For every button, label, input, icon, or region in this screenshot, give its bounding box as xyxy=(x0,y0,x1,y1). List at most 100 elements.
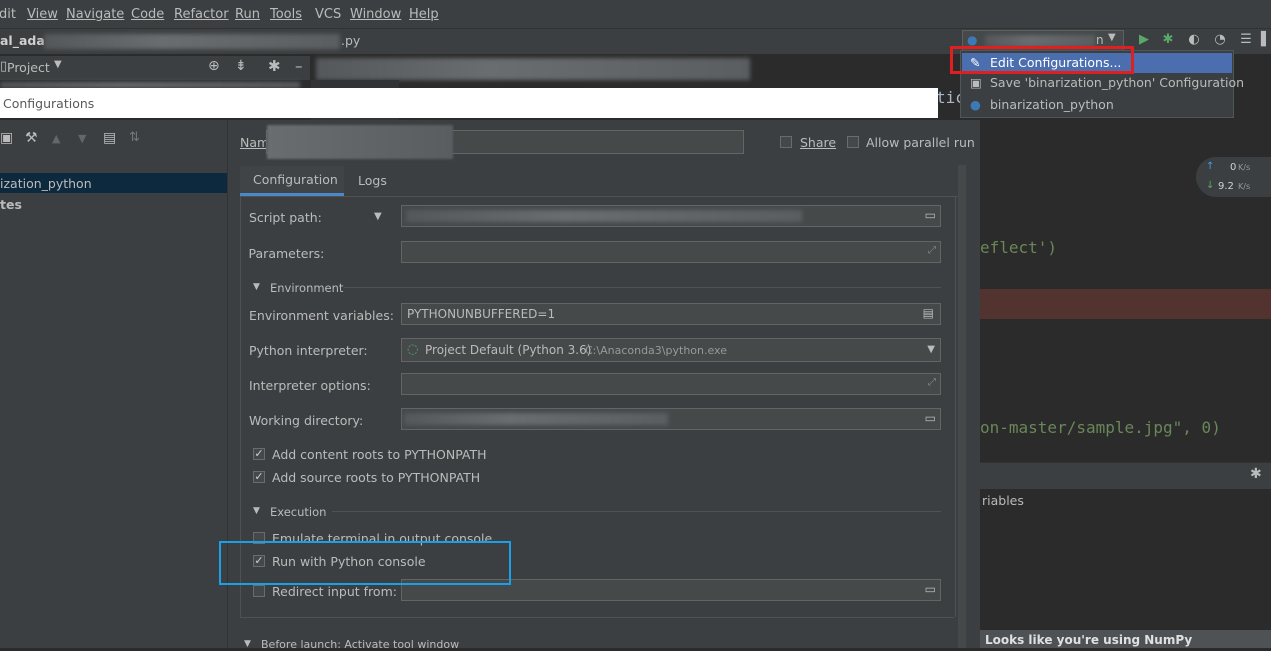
breadcrumb-file[interactable]: .py xyxy=(341,33,360,48)
collapse-icon[interactable]: ⇟ xyxy=(235,58,247,74)
content-roots-checkbox[interactable]: ✓ xyxy=(253,448,265,460)
save-icon[interactable]: ▣ xyxy=(0,130,13,146)
python-icon: ● xyxy=(970,97,981,112)
section-divider xyxy=(332,511,941,512)
source-roots-checkbox[interactable]: ✓ xyxy=(253,471,265,483)
script-path-label: Script path: xyxy=(249,210,322,225)
menu-help[interactable]: Help xyxy=(409,7,439,22)
numpy-notification[interactable]: Looks like you're using NumPy xyxy=(980,630,1271,648)
redacted-editor-tabs xyxy=(316,58,750,80)
env-vars-label: Environment variables: xyxy=(249,308,394,323)
move-up-icon[interactable]: ▲ xyxy=(52,132,60,145)
tree-item-binarization[interactable]: ization_python xyxy=(0,173,227,193)
project-toolwindow-header: ▯ Project ▼ ⊕ ⇟ ✱ – xyxy=(0,56,310,80)
menu-navigate[interactable]: Navigate xyxy=(66,7,124,22)
expand-icon[interactable]: ⤢ xyxy=(928,377,936,388)
binarization-config-item[interactable]: ● binarization_python xyxy=(962,95,1232,115)
env-vars-field[interactable]: PYTHONUNBUFFERED=1 ▤ xyxy=(401,303,941,325)
content-bottom-border xyxy=(240,617,954,618)
gear-icon[interactable]: ✱ xyxy=(268,57,281,75)
parameters-field[interactable]: ⤢ xyxy=(401,241,941,263)
chevron-down-icon[interactable]: ▼ xyxy=(374,211,382,222)
concurrency-icon[interactable]: ☰ xyxy=(1238,32,1254,48)
chevron-down-icon[interactable]: ▼ xyxy=(54,59,62,70)
project-view-label[interactable]: Project xyxy=(7,60,50,75)
run-icon[interactable]: ▶ xyxy=(1136,32,1152,48)
scrollbar[interactable] xyxy=(958,165,966,648)
redirect-input-checkbox[interactable] xyxy=(253,585,265,597)
breakpoint-line xyxy=(980,289,1271,319)
hide-icon[interactable]: – xyxy=(295,57,303,75)
save-icon: ▣ xyxy=(970,75,982,90)
execution-section-label: Execution xyxy=(270,505,327,519)
upload-icon: ↑ xyxy=(1206,161,1215,172)
stop-icon[interactable]: ▌ xyxy=(1258,32,1271,48)
menu-bar: dit View Navigate Code Refactor Run Tool… xyxy=(0,0,1271,29)
chevron-down-icon: ▼ xyxy=(1108,32,1116,43)
menu-vcs[interactable]: VCS xyxy=(315,7,341,22)
script-path-field[interactable]: ▭ xyxy=(401,205,941,227)
allow-parallel-checkbox[interactable] xyxy=(847,136,859,148)
interpreter-select[interactable]: ◌ Project Default (Python 3.6) C:\Anacon… xyxy=(401,338,941,362)
debug-icon[interactable]: ✱ xyxy=(1160,32,1176,48)
code-fragment: eflect') xyxy=(980,238,1058,257)
dialog-title-bar: Configurations xyxy=(0,88,938,118)
folder-add-icon[interactable]: ▤ xyxy=(103,130,116,146)
interpreter-options-field[interactable]: ⤢ xyxy=(401,373,941,395)
interpreter-label: Python interpreter: xyxy=(249,343,368,358)
tab-configuration[interactable]: Configuration xyxy=(240,166,344,196)
wrench-icon[interactable]: ⚒ xyxy=(25,130,38,146)
folder-icon[interactable]: ▭ xyxy=(925,582,936,596)
debug-panel-header: ✱ xyxy=(980,462,1271,489)
source-roots-label: Add source roots to PYTHONPATH xyxy=(272,470,481,485)
menu-run[interactable]: Run xyxy=(235,7,260,22)
expand-icon[interactable]: ⤢ xyxy=(928,245,936,256)
menu-edit[interactable]: dit xyxy=(0,7,16,22)
menu-code[interactable]: Code xyxy=(131,7,164,22)
menu-tools[interactable]: Tools xyxy=(270,7,302,22)
variables-label: riables xyxy=(982,493,1024,508)
download-icon: ↓ xyxy=(1206,180,1215,191)
network-speed-widget: ↑ 0 K/s ↓ 9.2 K/s xyxy=(1196,157,1271,197)
highlight-edit-configurations xyxy=(950,46,1134,74)
locate-icon[interactable]: ⊕ xyxy=(208,58,220,74)
menu-window[interactable]: Window xyxy=(350,7,401,22)
profile-icon[interactable]: ◔ xyxy=(1212,32,1228,48)
redirect-input-label: Redirect input from: xyxy=(272,584,397,599)
menu-refactor[interactable]: Refactor xyxy=(174,7,229,22)
loading-icon: ◌ xyxy=(407,342,419,357)
allow-parallel-label: Allow parallel run xyxy=(866,135,975,150)
code-fragment: on-master/sample.jpg", 0) xyxy=(980,418,1221,437)
python-icon: ● xyxy=(967,33,978,47)
working-dir-field[interactable]: ▭ xyxy=(401,408,941,430)
move-down-icon[interactable]: ▼ xyxy=(78,132,86,145)
gear-icon[interactable]: ✱ xyxy=(1250,466,1262,482)
save-configuration-item[interactable]: ▣ Save 'binarization_python' Configurati… xyxy=(962,73,1244,93)
tab-logs[interactable]: Logs xyxy=(358,173,387,188)
folder-icon[interactable]: ▭ xyxy=(925,208,936,222)
name-label: Nam xyxy=(240,135,270,150)
before-launch-label: Before launch: Activate tool window xyxy=(261,638,460,651)
name-field[interactable] xyxy=(266,125,744,159)
collapse-triangle-icon[interactable]: ▼ xyxy=(253,506,260,516)
dialog-title: Configurations xyxy=(3,96,95,111)
sort-icon[interactable]: ⇅ xyxy=(129,130,140,145)
working-dir-label: Working directory: xyxy=(249,413,364,428)
redacted-breadcrumb xyxy=(44,34,340,49)
folder-icon[interactable]: ▭ xyxy=(925,411,936,425)
coverage-icon[interactable]: ◐ xyxy=(1186,32,1202,48)
interpreter-options-label: Interpreter options: xyxy=(249,378,371,393)
share-label: Share xyxy=(800,135,837,150)
content-roots-label: Add content roots to PYTHONPATH xyxy=(272,447,487,462)
environment-section-label: Environment xyxy=(270,281,344,295)
edit-icon[interactable]: ▤ xyxy=(923,306,934,320)
menu-view[interactable]: View xyxy=(27,7,58,22)
chevron-down-icon[interactable]: ▼ xyxy=(927,344,935,355)
collapse-triangle-icon[interactable]: ▼ xyxy=(253,282,260,292)
share-checkbox[interactable] xyxy=(780,136,792,148)
highlight-run-with-console xyxy=(219,541,511,585)
configurations-tree-panel: ▣ ⚒ ▲ ▼ ▤ ⇅ ization_python tes xyxy=(0,120,228,648)
section-divider xyxy=(344,287,941,288)
breadcrumb-project[interactable]: al_ada xyxy=(0,33,45,48)
tree-item-templates[interactable]: tes xyxy=(0,197,22,212)
